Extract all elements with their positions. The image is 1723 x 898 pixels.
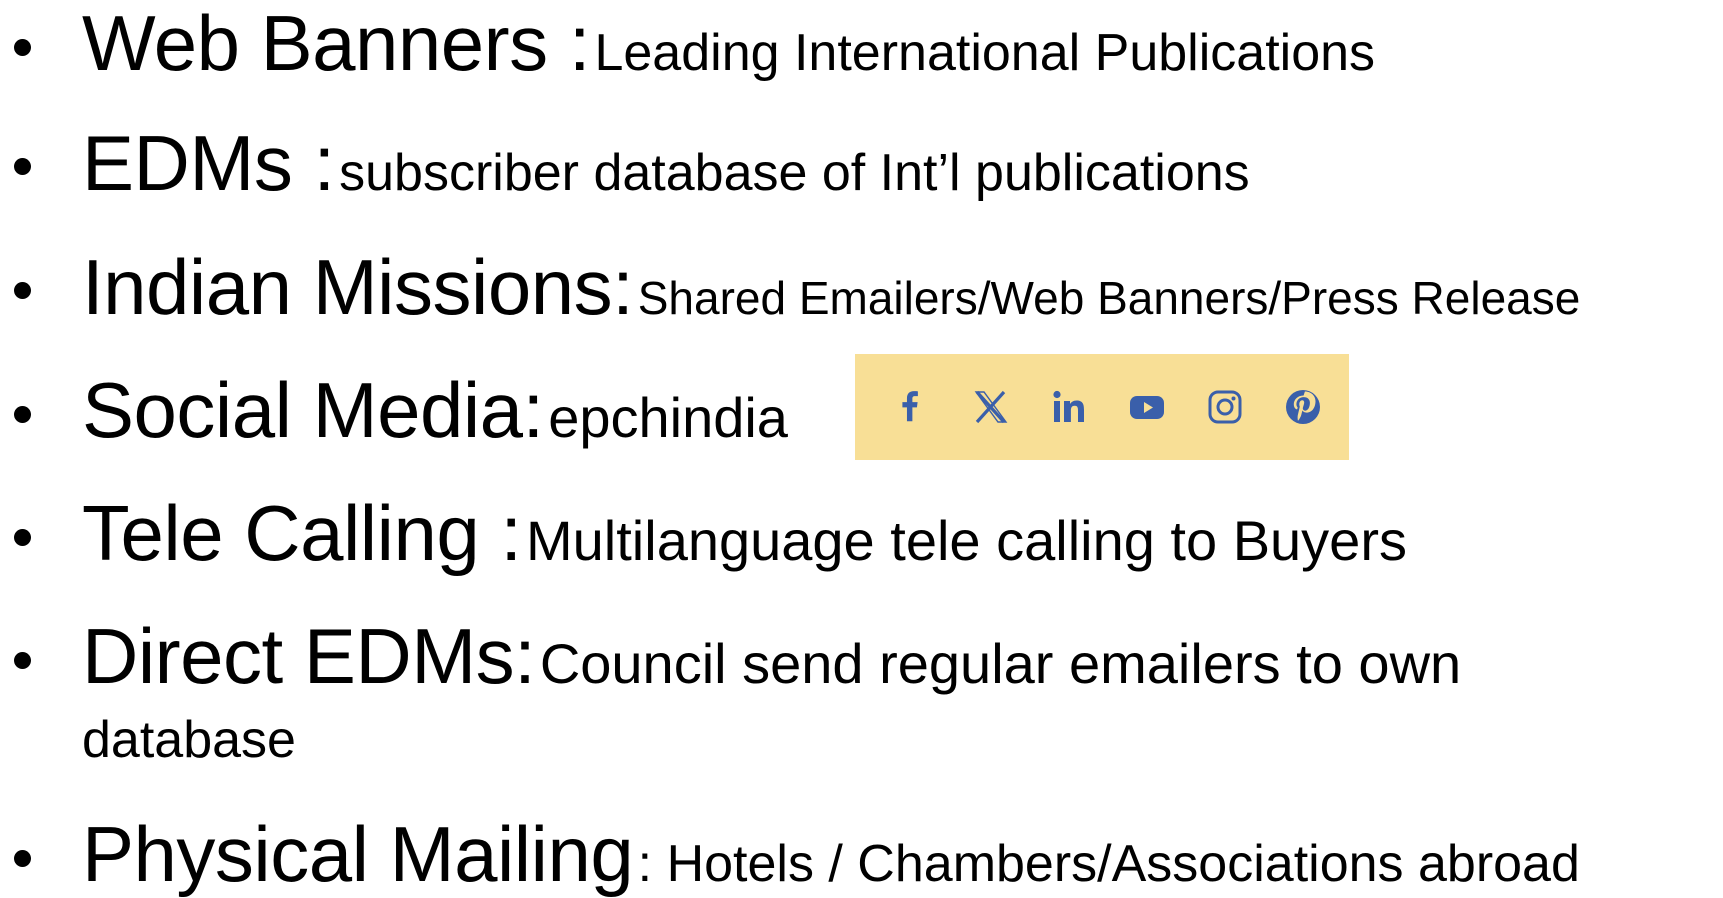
item-description-continued: database	[82, 711, 296, 769]
item-description: Leading International Publications	[594, 24, 1376, 82]
pinterest-icon[interactable]	[1283, 387, 1323, 427]
item-description: Shared Emailers/Web Banners/Press Releas…	[637, 272, 1581, 324]
item-term: EDMs :	[82, 119, 335, 207]
bullet-dot	[14, 282, 31, 299]
item-text: Physical Mailing : Hotels / Chambers/Ass…	[82, 815, 1580, 893]
item-term: Web Banners :	[82, 0, 591, 87]
bullet-dot	[14, 39, 31, 56]
x-twitter-icon[interactable]	[971, 387, 1011, 427]
bullet-dot	[14, 652, 31, 669]
item-text: Web Banners : Leading International Publ…	[82, 4, 1375, 82]
bullet-dot	[14, 850, 31, 867]
item-text: EDMs : subscriber database of Int’l publ…	[82, 124, 1250, 202]
item-description: epchindia	[548, 386, 788, 449]
item-term: Tele Calling :	[82, 489, 522, 577]
bullet-dot	[14, 158, 31, 175]
item-term: Direct EDMs:	[82, 612, 536, 700]
youtube-icon[interactable]	[1127, 387, 1167, 427]
item-text: Social Media: epchindia	[82, 371, 788, 449]
item-term: Social Media:	[82, 366, 544, 454]
item-term: Indian Missions:	[82, 243, 634, 331]
social-media-icon-bar	[855, 354, 1349, 460]
item-text: Direct EDMs: Council send regular emaile…	[82, 617, 1461, 695]
bullet-dot	[14, 529, 31, 546]
item-description: Multilanguage tele calling to Buyers	[526, 509, 1407, 572]
item-text: Indian Missions: Shared Emailers/Web Ban…	[82, 248, 1580, 326]
slide: Web Banners : Leading International Publ…	[0, 0, 1723, 893]
item-description: subscriber database of Int’l publication…	[339, 144, 1250, 202]
item-description: Council send regular emailers to own	[539, 632, 1462, 695]
item-description: : Hotels / Chambers/Associations abroad	[637, 835, 1580, 893]
facebook-icon[interactable]	[893, 387, 933, 427]
item-term: Physical Mailing	[82, 810, 634, 898]
linkedin-icon[interactable]	[1049, 387, 1089, 427]
instagram-icon[interactable]	[1205, 387, 1245, 427]
bullet-dot	[14, 406, 31, 423]
item-text: Tele Calling : Multilanguage tele callin…	[82, 494, 1407, 572]
